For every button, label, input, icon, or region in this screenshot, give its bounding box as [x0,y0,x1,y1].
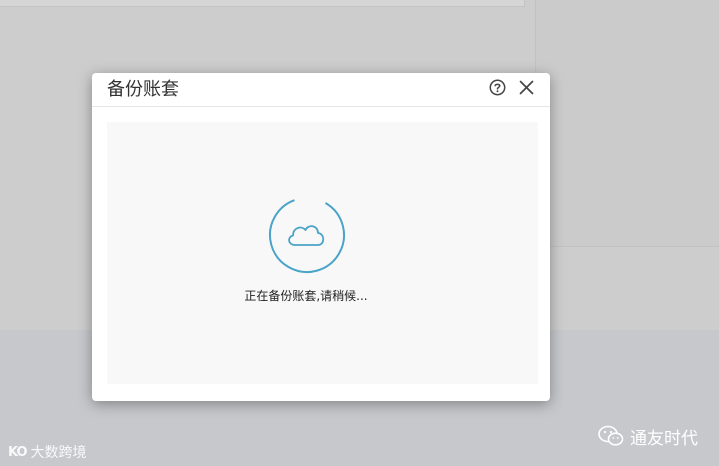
dialog-title: 备份账套 [107,79,179,100]
cloud-icon [288,225,325,246]
watermark-left: KO 大数跨境 [8,442,87,462]
background-top-bar [0,0,525,7]
loading-spinner [267,195,347,275]
status-text: 正在备份账套,请稍候... [244,289,368,303]
watermark-logo: KO [8,444,28,460]
background-side-panel [535,0,719,247]
watermark-right-text: 通友时代 [630,428,698,449]
dialog-header: 备份账套 [92,73,550,107]
backup-dialog: 备份账套 正在备份账套,请稍候... [92,73,550,401]
close-icon[interactable] [518,79,535,96]
dialog-body: 正在备份账套,请稍候... [107,122,538,384]
watermark-left-text: 大数跨境 [30,445,87,461]
help-circle-icon[interactable] [489,79,506,96]
watermark-right: 通友时代 [598,422,698,450]
wechat-icon [598,425,624,446]
